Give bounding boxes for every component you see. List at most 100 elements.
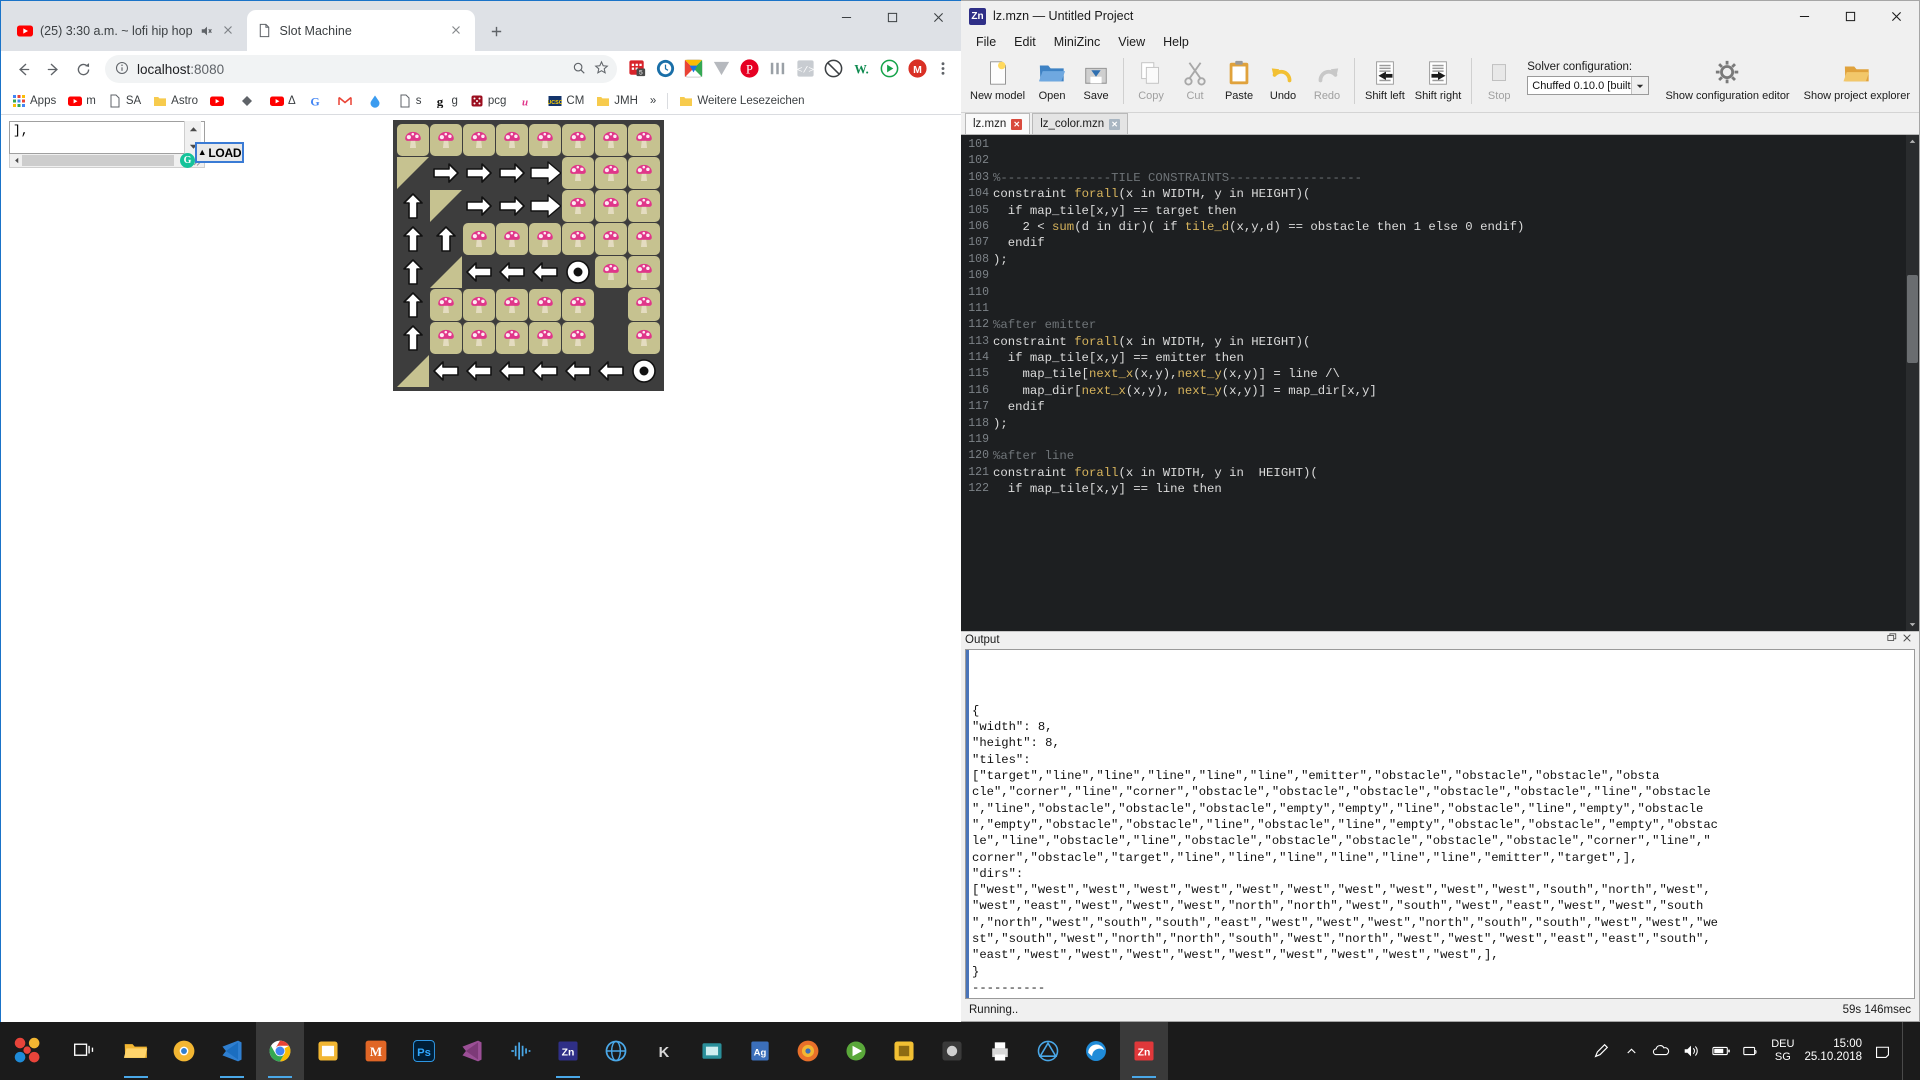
- pinterest-ext-icon[interactable]: P: [739, 58, 761, 80]
- show-project-explorer-button[interactable]: Show project explorer: [1799, 56, 1915, 104]
- grid-cell-obstacle[interactable]: [463, 289, 495, 321]
- task-view-button[interactable]: [56, 1022, 112, 1080]
- taskbar-dark-app[interactable]: [928, 1022, 976, 1080]
- bookmark-other-bookmarks[interactable]: Weitere Lesezeichen: [674, 92, 809, 110]
- grid-cell-corner-br[interactable]: [430, 256, 462, 288]
- language-indicator[interactable]: DEU SG: [1771, 1038, 1794, 1064]
- clock[interactable]: 15:00 25.10.2018: [1804, 1038, 1862, 1064]
- grid-cell-obstacle[interactable]: [430, 322, 462, 354]
- browser-tab-youtube[interactable]: (25) 3:30 a.m. ~ lofi hip hop: [7, 10, 247, 51]
- bookmark-jmh[interactable]: JMH: [591, 92, 643, 110]
- grid-cell-arrow-east[interactable]: [496, 256, 528, 288]
- code-ext-icon[interactable]: </>: [795, 58, 817, 80]
- close-icon[interactable]: [221, 23, 237, 39]
- grid-cell-obstacle[interactable]: [496, 322, 528, 354]
- grid-cell-obstacle[interactable]: [595, 190, 627, 222]
- show-configuration-editor-button[interactable]: Show configuration editor: [1660, 56, 1794, 104]
- code-text[interactable]: %---------------TILE CONSTRAINTS--------…: [993, 135, 1919, 631]
- taskbar-visual-studio[interactable]: [448, 1022, 496, 1080]
- grid-cell-obstacle[interactable]: [529, 289, 561, 321]
- close-icon[interactable]: ✕: [1011, 118, 1023, 130]
- pen-icon[interactable]: [1591, 1041, 1611, 1061]
- play-ext-icon[interactable]: [879, 58, 901, 80]
- grid-cell-obstacle[interactable]: [397, 124, 429, 156]
- bookmark-s[interactable]: s: [393, 92, 427, 110]
- shift-right-button[interactable]: Shift right: [1410, 56, 1466, 104]
- bookmark-pcg[interactable]: pcg: [465, 92, 512, 110]
- speaker-mute-icon[interactable]: [200, 24, 214, 38]
- restore-icon[interactable]: [1887, 633, 1897, 646]
- battery-icon[interactable]: [1711, 1041, 1731, 1061]
- grid-cell-obstacle[interactable]: [628, 322, 660, 354]
- grid-ext-icon[interactable]: [767, 58, 789, 80]
- taskbar-printer[interactable]: [976, 1022, 1024, 1080]
- grid-cell-arrow-south[interactable]: [397, 256, 429, 288]
- taskbar-mathematica[interactable]: M: [352, 1022, 400, 1080]
- menu-edit[interactable]: Edit: [1005, 33, 1045, 51]
- grid-cell-obstacle[interactable]: [595, 124, 627, 156]
- close-icon[interactable]: [1902, 633, 1912, 646]
- maximize-button[interactable]: [869, 1, 915, 33]
- w-ext-icon[interactable]: W.: [851, 58, 873, 80]
- grid-cell-arrow-west[interactable]: [463, 157, 495, 189]
- taskbar-yellow-app[interactable]: [880, 1022, 928, 1080]
- grid-cell-obstacle[interactable]: [496, 223, 528, 255]
- grid-cell-obstacle[interactable]: [463, 322, 495, 354]
- grid-cell-arrow-west[interactable]: [463, 190, 495, 222]
- open-button[interactable]: Open: [1030, 56, 1074, 104]
- grid-cell-obstacle[interactable]: [496, 124, 528, 156]
- taskbar-minizinc-window[interactable]: Zn: [1120, 1022, 1168, 1080]
- grid-cell-obstacle[interactable]: [562, 124, 594, 156]
- volume-icon[interactable]: [1681, 1041, 1701, 1061]
- grid-cell-obstacle[interactable]: [562, 289, 594, 321]
- taskbar-green-app[interactable]: [832, 1022, 880, 1080]
- grid-cell-obstacle[interactable]: [628, 190, 660, 222]
- grid-cell-arrow-east[interactable]: [496, 355, 528, 387]
- minimize-button[interactable]: [823, 1, 869, 33]
- menu-view[interactable]: View: [1109, 33, 1154, 51]
- save-button[interactable]: Save: [1074, 56, 1118, 104]
- grid-cell-arrow-south[interactable]: [430, 223, 462, 255]
- taskbar-microsoft-store[interactable]: [304, 1022, 352, 1080]
- grid-cell-obstacle[interactable]: [529, 223, 561, 255]
- grid-cell-half-west[interactable]: [529, 190, 561, 222]
- grid-cell-obstacle[interactable]: [562, 190, 594, 222]
- grid-cell-obstacle[interactable]: [562, 223, 594, 255]
- paste-button[interactable]: Paste: [1217, 56, 1261, 104]
- close-icon[interactable]: ✕: [1109, 118, 1121, 130]
- new-model-button[interactable]: New model: [965, 56, 1030, 104]
- bookmark-google[interactable]: G: [303, 92, 331, 110]
- taskbar-chrome-canary[interactable]: [160, 1022, 208, 1080]
- editor-vertical-scrollbar[interactable]: [1906, 135, 1919, 631]
- grid-cell-arrow-south[interactable]: [397, 322, 429, 354]
- grid-cell-arrow-east[interactable]: [430, 355, 462, 387]
- bookmark-youtube-2[interactable]: [205, 92, 233, 110]
- network-icon[interactable]: [1741, 1041, 1761, 1061]
- info-circle-icon[interactable]: [115, 61, 129, 78]
- notifications-icon[interactable]: [1872, 1041, 1892, 1061]
- grid-cell-arrow-south[interactable]: [397, 289, 429, 321]
- address-bar[interactable]: localhost:8080: [105, 55, 617, 83]
- grid-cell-arrow-east[interactable]: [463, 256, 495, 288]
- taskbar-edge[interactable]: [1072, 1022, 1120, 1080]
- grid-cell-arrow-south[interactable]: [397, 190, 429, 222]
- taskbar-minizinc[interactable]: Zn: [544, 1022, 592, 1080]
- grid-cell-corner-tl[interactable]: [430, 190, 462, 222]
- scroll-left-arrow[interactable]: [10, 154, 22, 166]
- star-icon[interactable]: [594, 60, 609, 78]
- taskbar-browser[interactable]: [592, 1022, 640, 1080]
- block-ext-icon[interactable]: [823, 58, 845, 80]
- reload-button[interactable]: [69, 55, 97, 83]
- grid-cell-obstacle[interactable]: [463, 124, 495, 156]
- grid-cell-obstacle[interactable]: [595, 223, 627, 255]
- grid-cell-obstacle[interactable]: [430, 124, 462, 156]
- chevron-down-icon[interactable]: [1631, 77, 1649, 94]
- clock-ext-icon[interactable]: [655, 58, 677, 80]
- grid-cell-obstacle[interactable]: [463, 223, 495, 255]
- calendar-ext-icon[interactable]: 5: [627, 58, 649, 80]
- undo-button[interactable]: Undo: [1261, 56, 1305, 104]
- bookmark-gmail[interactable]: [333, 92, 361, 110]
- grid-cell-obstacle[interactable]: [562, 322, 594, 354]
- menu-help[interactable]: Help: [1154, 33, 1198, 51]
- output-text-area[interactable]: { "width": 8, "height": 8, "tiles": ["ta…: [965, 649, 1915, 999]
